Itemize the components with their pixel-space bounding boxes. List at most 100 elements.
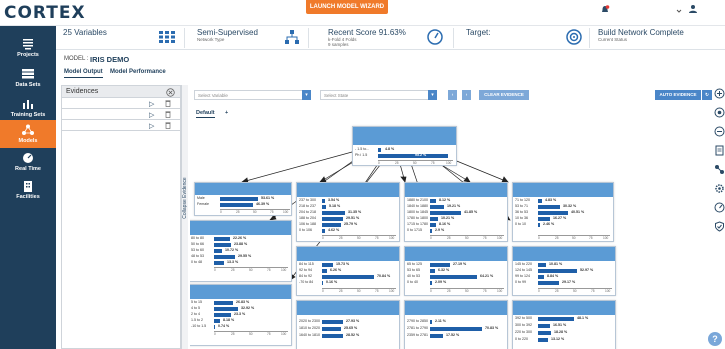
network-type-label: Network Type [197,37,225,42]
gauge-icon [427,29,443,45]
play-icon[interactable]: ▷ [149,100,154,108]
network-type-value: Semi-Supervised [197,28,258,37]
user-icon[interactable] [688,4,698,14]
play-icon[interactable]: ▷ [149,111,154,119]
sidebar-item-data-sets[interactable]: Data Sets [0,64,56,94]
chevron-down-icon[interactable] [676,6,682,16]
prev-button[interactable]: ‹ [448,90,457,100]
state-label: Ph i 1.5 [355,153,368,157]
network-type: Semi-Supervised Network Type [197,28,258,48]
notification-icon[interactable] [600,5,610,15]
build-status-label: Current Status [598,37,628,42]
trash-icon[interactable] [165,110,171,118]
network-hierarchy-icon [285,30,299,44]
node-header [405,183,507,197]
node-axis: 0 25 50 75 100 [430,288,504,293]
sidebar-item-label: Data Sets [15,82,41,88]
collapse-evidence-label: Collapse Evidence [182,177,188,219]
refresh-icon[interactable]: ↻ [702,90,712,100]
help-button[interactable]: ? [708,332,722,346]
network-icon[interactable] [714,164,725,175]
target-icon [566,29,582,45]
collapse-evidence-toggle[interactable]: Collapse Evidence [181,85,188,349]
gear-icon[interactable] [714,183,725,194]
network-node[interactable]: 1880 to 2100 8.12 % 1840 to 1880 19.21 % 1… [404,182,508,242]
chevron-down-icon[interactable]: ▾ [302,90,311,100]
network-node[interactable]: 2020 to 2300 27.93 % 1810 to 2020 25.65 % … [296,300,400,349]
trash-icon[interactable] [165,99,171,107]
sidebar-item-label: Facilities [16,194,40,200]
sidebar-item-projects[interactable]: Projects [0,34,56,64]
launch-model-wizard-button[interactable]: LAUNCH MODEL WIZARD [306,0,388,14]
zoom-out-icon[interactable] [714,126,725,137]
projects-icon [23,39,33,50]
evidences-title: Evidences [66,88,99,95]
network-node[interactable]: Male 53.61 % Female 46.39 % 0 25 50 75 100 [194,182,292,216]
select-state-dropdown[interactable]: Select State [320,90,432,100]
close-circle-icon[interactable] [166,88,175,97]
target-icon[interactable] [714,107,725,118]
sidebar-item-label: Training Sets [10,112,46,118]
evidence-row: ▷ [62,109,180,120]
gauge-icon[interactable] [714,202,725,213]
tab-default[interactable]: Default [196,110,215,118]
graph-tabs: Default + [192,108,712,120]
network-node[interactable]: 145 to 220 10.81 % 124 to 145 52.97 % 99 t… [512,246,616,296]
select-variable-dropdown[interactable]: Select Variable [194,90,304,100]
state-bar [378,154,448,158]
network-node[interactable]: 392 to 500 48.1 % 300 to 392 16.51 % 220 t… [512,300,616,349]
datasets-icon [22,69,34,79]
trash-icon[interactable] [165,121,171,129]
network-node[interactable]: 5 to 15 26.83 % 4 to 5 32.92 % 2 to 4 23.3 … [190,284,292,346]
node-header [190,285,291,299]
real-time-icon [23,153,33,163]
zoom-in-icon[interactable] [714,88,725,99]
node-axis: 0 25 50 75 100 [538,235,610,240]
node-header [353,127,456,145]
evidence-toolbar: Select Variable ▾ Select State ▾ ‹ › CLE… [190,86,715,106]
network-node[interactable]: 65 to 125 27.19 % 53 to 65 6.32 % 40 to 53… [404,246,508,296]
sidebar-item-label: Real Time [15,166,41,172]
tab-model-performance[interactable]: Model Performance [110,69,166,75]
network-node[interactable]: 80 to 80 22.26 % 50 to 66 23.88 % 53 to 60… [190,220,292,282]
model-info-strip: 25 Variables Semi-Supervised Network Typ… [56,26,725,50]
training-sets-icon [23,100,33,109]
node-header [405,247,507,261]
target-label: Target: [466,28,491,37]
node-axis: 0 25 50 75 100 [322,235,396,240]
evidences-panel: Evidences ▷ ▷ ▷ [61,85,181,349]
node-header [405,301,507,315]
variables-grid-icon [159,31,175,43]
sidebar-item-real-time[interactable]: Real Time [0,148,56,178]
node-header [195,183,291,195]
network-node-target[interactable]: - 1.5 to... 4.8 % Ph i 1.5 95.2 % 0 25 50… [352,126,457,166]
build-status-value: Build Network Complete [598,28,684,37]
play-icon[interactable]: ▷ [149,122,154,130]
network-graph-canvas[interactable]: - 1.5 to... 4.8 % Ph i 1.5 95.2 % 0 25 50… [190,120,714,349]
auto-evidence-button[interactable]: AUTO EVIDENCE [655,90,701,100]
chevron-down-icon[interactable]: ▾ [428,90,437,100]
network-node[interactable]: 84 to 115 15.73 % 92 to 94 6.26 % 84 to 92… [296,246,400,296]
tab-model-output[interactable]: Model Output [64,69,103,78]
node-header [513,301,615,315]
shield-icon[interactable] [714,221,725,232]
model-label: MODEL : [64,56,89,62]
state-percent: 95.2 % [415,153,427,157]
evidences-header: Evidences [62,86,180,98]
network-node[interactable]: 237 to 300 3.54 % 218 to 237 5.18 % 204 to… [296,182,400,242]
clear-evidence-button[interactable]: CLEAR EVIDENCE [479,90,529,100]
network-node[interactable]: 71 to 120 4.83 % 53 to 71 30.32 % 36 to 53… [512,182,614,242]
sidebar-item-models[interactable]: Models [0,120,56,148]
node-axis: 0 25 50 75 100 [322,288,396,293]
top-bar: CORTEX LAUNCH MODEL WIZARD [0,0,725,26]
network-node[interactable]: 2790 to 2850 2.11 % 2781 to 2790 70.83 % 2… [404,300,508,349]
next-button[interactable]: › [462,90,471,100]
add-tab-button[interactable]: + [225,110,228,116]
document-icon[interactable] [714,145,725,156]
sidebar-item-facilities[interactable]: Facilities [0,176,56,206]
node-header [190,221,291,235]
node-axis: 0 25 50 75 100 [430,235,504,240]
recent-score-value: Recent Score 91.63% [328,28,406,37]
app-logo: CORTEX [4,3,86,23]
sidebar: Projects Data Sets Training Sets Models … [0,26,56,349]
